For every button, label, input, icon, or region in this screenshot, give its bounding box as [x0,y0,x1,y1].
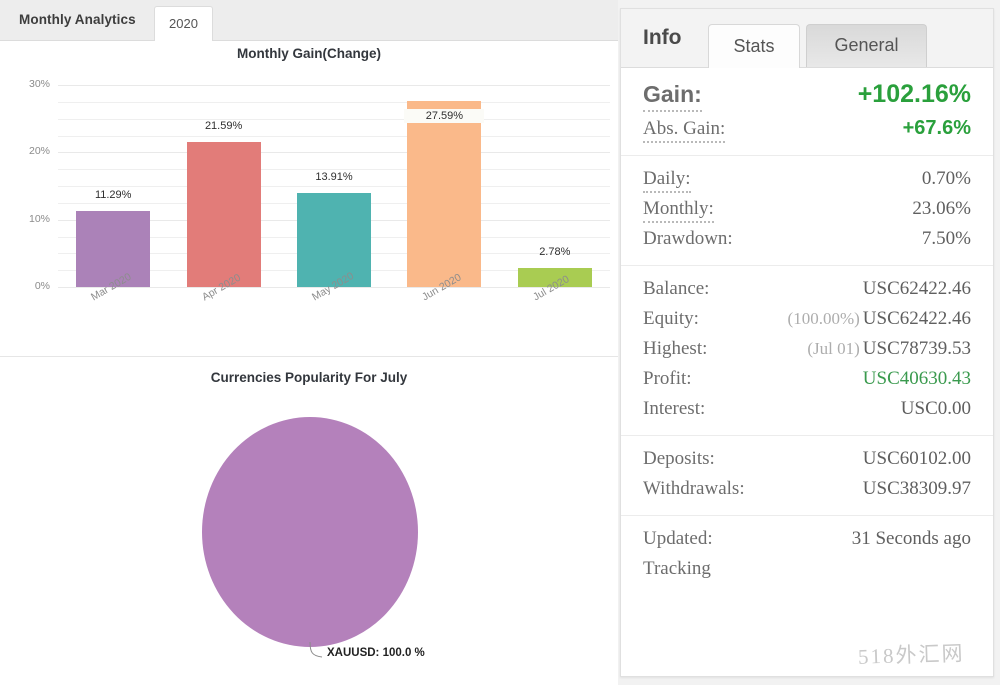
stat-group: Balance: USC62422.46 Equity: (100.00%) USC62… [621,266,993,436]
stat-row-drawdown: Drawdown: 7.50% [643,225,971,255]
stat-label: Interest: [643,398,706,419]
stat-row-interest: Interest: USC0.00 [643,395,971,425]
stat-row-daily: Daily: 0.70% [643,165,971,195]
stat-group: Gain: +102.16% Abs. Gain: +67.6% [621,68,993,156]
stat-group: Updated: 31 Seconds ago Tracking [621,516,993,595]
bar-chart-plot-area: 11.29% 21.59% 13.91% 27.59% 2.78% [0,41,618,287]
tab-stats-label: Stats [733,36,775,56]
analytics-panel: Monthly Analytics 2020 Monthly Gain(Chan… [0,0,618,685]
stat-value-qualifier: (Jul 01) [807,339,860,358]
stat-value: (Jul 01) USC78739.53 [807,338,971,359]
tab-year-2020-label: 2020 [169,16,198,31]
stat-value: USC62422.46 [862,278,971,299]
bar-value-label: 21.59% [204,119,243,132]
stat-value: (100.00%) USC62422.46 [787,308,971,329]
stat-label: Tracking [643,558,711,579]
watermark: 518外汇网 [857,641,965,669]
stat-value-qualifier: (100.00%) [787,309,860,328]
stat-label: Daily: [643,168,691,193]
monthly-gain-chart: Monthly Gain(Change) 0% 10% 20% 30% 11.29% 2… [0,41,618,357]
bar-jun-2020[interactable] [407,101,482,287]
stat-label: Withdrawals: [643,478,745,499]
account-info-panel: Info Stats General Gain: +102.16% Abs. Gai… [620,8,994,677]
stat-value: +102.16% [857,80,971,108]
stat-label: Highest: [643,338,708,359]
bar-mar-2020[interactable] [76,210,151,287]
stat-label: Profit: [643,368,692,389]
currencies-popularity-chart-title: Currencies Popularity For July [210,370,408,385]
bar-value-label: 13.91% [315,171,353,184]
pie-slice-label: XAUUSD: 100.0 % [327,647,425,659]
stat-row-gain: Gain: +102.16% [643,77,971,114]
stat-row-balance: Balance: USC62422.46 [643,275,971,305]
stat-label: Gain: [643,81,702,112]
stat-group: Daily: 0.70% Monthly: 23.06% Drawdown: 7.50% [621,156,993,266]
stat-value: USC38309.97 [862,478,971,499]
stat-value: 23.06% [912,198,971,219]
stat-row-tracking: Tracking [643,555,971,585]
stat-row-withdrawals: Withdrawals: USC38309.97 [643,475,971,505]
page-title: Monthly Analytics [19,12,136,27]
stat-value: USC40630.43 [862,368,971,389]
analytics-tabbar: Monthly Analytics 2020 [0,0,618,42]
stat-value: 31 Seconds ago [851,528,971,549]
stat-row-deposits: Deposits: USC60102.00 [643,445,971,475]
stat-group: Deposits: USC60102.00 Withdrawals: USC38309… [621,436,993,516]
stat-label: Updated: [643,528,713,549]
stat-label: Equity: [643,308,699,329]
stat-row-equity: Equity: (100.00%) USC62422.46 [643,305,971,335]
bar-value-label: 11.29% [94,188,132,201]
stat-row-highest: Highest: (Jul 01) USC78739.53 [643,335,971,365]
tab-general[interactable]: General [806,24,927,67]
stat-label: Monthly: [643,198,714,223]
pie-leader-line [309,642,323,658]
stat-label: Drawdown: [643,228,733,249]
stat-row-updated: Updated: 31 Seconds ago [643,525,971,555]
stat-label: Deposits: [643,448,715,469]
info-tabbar: Info Stats General [621,9,993,69]
stat-value: +67.6% [902,117,971,139]
stat-value: USC0.00 [900,398,971,419]
stat-value: USC60102.00 [862,448,971,469]
bar-may-2020[interactable] [297,193,371,287]
bar-value-label: 2.78% [539,246,571,259]
stat-row-profit: Profit: USC40630.43 [643,365,971,395]
pie-slice-xauusd[interactable] [202,417,418,647]
info-heading: Info [643,26,682,49]
bar-value-label: 27.59% [404,109,485,124]
stat-row-monthly: Monthly: 23.06% [643,195,971,225]
stat-value: 0.70% [921,168,971,189]
tab-general-label: General [834,35,899,55]
stat-label: Balance: [643,278,710,299]
stat-row-abs-gain: Abs. Gain: +67.6% [643,114,971,145]
bar-apr-2020[interactable] [186,141,261,287]
stat-value: 7.50% [921,228,971,249]
tab-year-2020[interactable]: 2020 [154,6,213,42]
stat-label: Abs. Gain: [643,118,726,143]
stats-list: Gain: +102.16% Abs. Gain: +67.6% Daily: 0.70%… [621,68,993,676]
tab-stats[interactable]: Stats [708,24,800,69]
currencies-popularity-chart: Currencies Popularity For July XAUUSD: 1… [0,357,618,685]
